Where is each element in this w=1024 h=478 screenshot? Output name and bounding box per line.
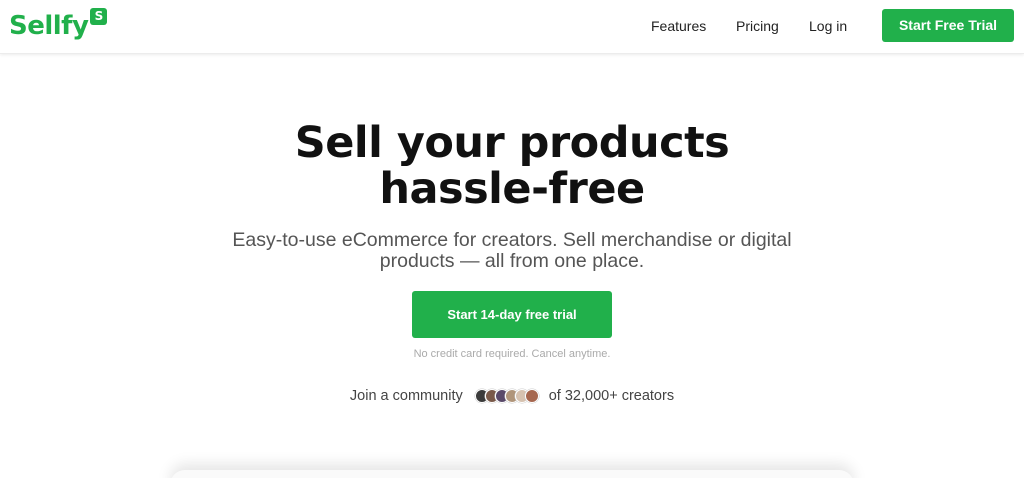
start-free-trial-button[interactable]: Start Free Trial [882, 9, 1014, 42]
sellfy-logo[interactable]: Sellfy S [9, 6, 108, 46]
start-trial-button[interactable]: Start 14-day free trial [412, 291, 612, 338]
hero-subtitle-line2: products — all from one place. [379, 250, 645, 272]
hero-subtitle: Easy-to-use eCommerce for creators. Sell… [212, 230, 812, 272]
no-credit-card-note: No credit card required. Cancel anytime. [413, 348, 611, 360]
creator-avatars [474, 389, 539, 403]
hero-subtitle-line1: Easy-to-use eCommerce for creators. Sell… [232, 229, 792, 251]
hero-title-line2: hassle-free [379, 164, 645, 214]
nav-login-link[interactable]: Log in [809, 17, 847, 35]
hero-title: Sell your products hassle-free [0, 120, 1024, 212]
avatar [524, 389, 539, 403]
community-prefix: Join a community [349, 388, 463, 404]
product-preview-edge [170, 470, 854, 478]
logo-text: Sellfy [9, 11, 89, 41]
nav-pricing-link[interactable]: Pricing [736, 17, 779, 35]
site-header: Sellfy S Features Pricing Log in Start F… [0, 0, 1024, 54]
logo-badge-icon: S [90, 8, 108, 25]
hero-title-line1: Sell your products [294, 118, 730, 168]
community-line: Join a community of 32,000+ creators [0, 388, 1024, 404]
nav-features-link[interactable]: Features [651, 17, 706, 35]
community-suffix: of 32,000+ creators [548, 388, 675, 404]
